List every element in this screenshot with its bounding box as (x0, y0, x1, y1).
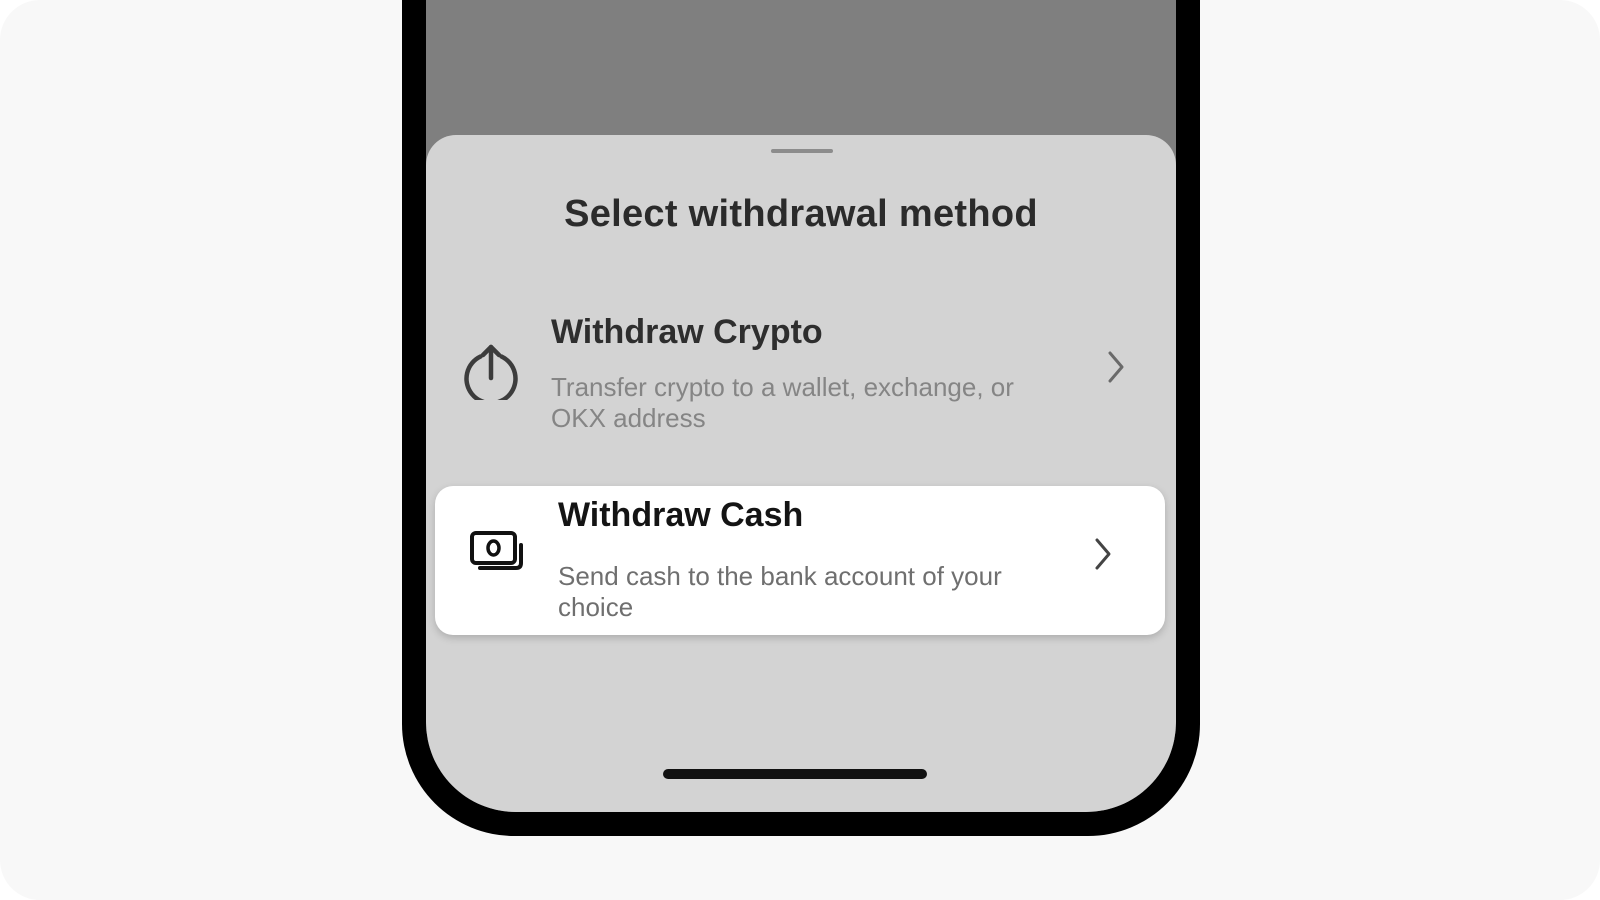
upload-circle-icon (461, 340, 521, 406)
sheet-title: Select withdrawal method (564, 193, 1038, 235)
withdraw-cash-option[interactable]: Withdraw Cash Send cash to the bank acco… (435, 486, 1165, 635)
phone-screen: Select withdrawal method Withdraw Crypto… (426, 0, 1176, 812)
home-indicator[interactable] (663, 769, 927, 779)
withdraw-crypto-option[interactable]: Withdraw Crypto Transfer crypto to a wal… (436, 295, 1166, 445)
chevron-right-icon (1093, 537, 1113, 571)
withdraw-crypto-description: Transfer crypto to a wallet, exchange, o… (551, 372, 1014, 433)
withdraw-cash-title: Withdraw Cash (558, 496, 804, 534)
phone-frame: Select withdrawal method Withdraw Crypto… (402, 0, 1200, 836)
sheet-grab-handle[interactable] (771, 149, 833, 153)
cash-icon (468, 524, 528, 584)
bottom-sheet: Select withdrawal method Withdraw Crypto… (426, 135, 1176, 812)
chevron-right-icon (1106, 350, 1126, 384)
page-canvas: Select withdrawal method Withdraw Crypto… (0, 0, 1600, 900)
withdraw-crypto-title: Withdraw Crypto (551, 313, 823, 351)
withdraw-cash-description: Send cash to the bank account of your ch… (558, 561, 1002, 622)
